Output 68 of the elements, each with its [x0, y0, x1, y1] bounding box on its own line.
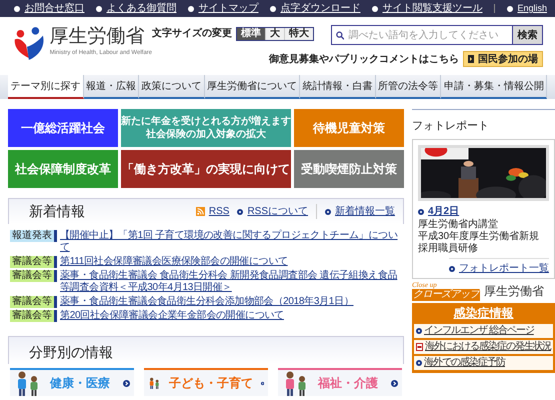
bullet-icon: [14, 6, 20, 12]
top-link[interactable]: サイト閲覧支援ツール: [372, 4, 482, 14]
nav-tab[interactable]: 申請・募集・情報公開: [441, 75, 548, 99]
photo-report-title: フォトレポート: [412, 120, 489, 132]
photo-caption: 厚生労働省内講堂: [418, 219, 499, 230]
photo-report-more-link[interactable]: フォトレポート一覧: [449, 258, 549, 276]
infection-title: 感染症情報: [452, 305, 514, 322]
news-item-link[interactable]: 薬事・食品衛生審議会 食品衛生分科会 新開発食品調査部会 遺伝子組換え食品等調査会資料＜平成30年4月13日開催＞: [60, 270, 404, 294]
font-size-button[interactable]: 特大: [284, 28, 313, 40]
news-link[interactable]: 新着情報一覧: [316, 204, 395, 219]
rss-icon: [196, 207, 205, 216]
bullet-icon: [188, 6, 194, 12]
bullet-icon: [325, 208, 331, 214]
category-tag: 審議会等: [10, 256, 57, 268]
search-icon: [336, 30, 344, 40]
bullet-icon: [418, 208, 424, 214]
news-item-link[interactable]: 第20回社会保障審議会企業年金部会の開催について: [60, 310, 284, 322]
news-item-link[interactable]: 薬事・食品衛生審議会食品衛生分科会添加物部会（2018年3月1日）: [60, 296, 354, 308]
category-tag: 報道発表: [10, 230, 57, 242]
feature-tile[interactable]: 一億総活躍社会: [8, 109, 118, 147]
nav-tab[interactable]: 所管の法令等: [376, 75, 442, 99]
news-item-link[interactable]: 第111回社会保障審議会医療保険部会の開催について: [60, 256, 288, 268]
fields-title: 分野別の情報: [29, 343, 113, 362]
english-link[interactable]: English: [507, 4, 547, 13]
bullet-icon: [237, 208, 244, 214]
feature-tile[interactable]: 社会保障制度改革: [8, 150, 118, 188]
feature-tile[interactable]: 受動喫煙防止対策: [294, 150, 404, 188]
chevron-icon: [260, 380, 264, 386]
bullet-icon: [416, 328, 422, 334]
public-comment-text: 御意見募集やパブリックコメントはこちら: [269, 52, 459, 66]
rss-link[interactable]: RSS: [196, 204, 230, 219]
bullet-icon: [449, 266, 455, 272]
infection-link[interactable]: 海外での感染症予防: [414, 356, 553, 370]
arrow-icon: [468, 55, 474, 63]
top-link[interactable]: サイトマップ: [188, 4, 258, 14]
document-icon: [416, 343, 423, 351]
bullet-icon: [507, 6, 514, 12]
feature-tile[interactable]: 「働き方改革」の実現に向けて: [121, 150, 291, 188]
date-link[interactable]: 4月2日: [418, 204, 549, 219]
font-size-button[interactable]: 大: [265, 28, 284, 40]
news-title: 新着情報: [29, 202, 85, 221]
nav-tab[interactable]: 統計情報・白書: [300, 75, 376, 99]
nav-tab[interactable]: テーマ別に探す: [8, 75, 84, 99]
font-size-label: 文字サイズの変更: [152, 27, 232, 41]
font-size-button[interactable]: 標準: [237, 28, 265, 40]
nav-tab[interactable]: 厚生労働省について: [204, 75, 300, 99]
bullet-icon: [416, 360, 422, 366]
bullet-icon: [270, 6, 276, 12]
nav-tab[interactable]: 政策について: [139, 75, 205, 99]
infection-link[interactable]: インフルエンザ 総合ページ: [414, 324, 553, 338]
search-button[interactable]: 検索: [513, 25, 543, 45]
news-link[interactable]: RSSについて: [237, 204, 308, 219]
category-tag: 審議会等: [10, 296, 57, 308]
top-link[interactable]: 点字ダウンロード: [270, 4, 360, 14]
news-item-link[interactable]: 【開催中止】「第1回 子育て環境の改善に関するプロジェクトチーム」について: [60, 230, 404, 254]
infection-link[interactable]: 海外における感染症の発生状況: [414, 340, 553, 354]
photo-caption: 平成30年度厚生労働省新規採用職員研修: [418, 231, 540, 255]
bullet-icon: [96, 6, 102, 12]
chevron-icon: [391, 380, 398, 386]
bullet-icon: [372, 6, 378, 12]
category-tag: 審議会等: [10, 310, 57, 322]
closeup-title: 厚生労働省: [484, 283, 544, 300]
category-tag: 審議会等: [10, 270, 57, 282]
participation-button[interactable]: 国民参加の場: [463, 51, 543, 67]
chevron-icon: [123, 380, 130, 386]
logo-text: 厚生労働省: [50, 25, 146, 49]
search-field[interactable]: 調べたい語句を入力してください: [331, 25, 513, 45]
nav-tab[interactable]: 報道・広報: [84, 75, 140, 99]
